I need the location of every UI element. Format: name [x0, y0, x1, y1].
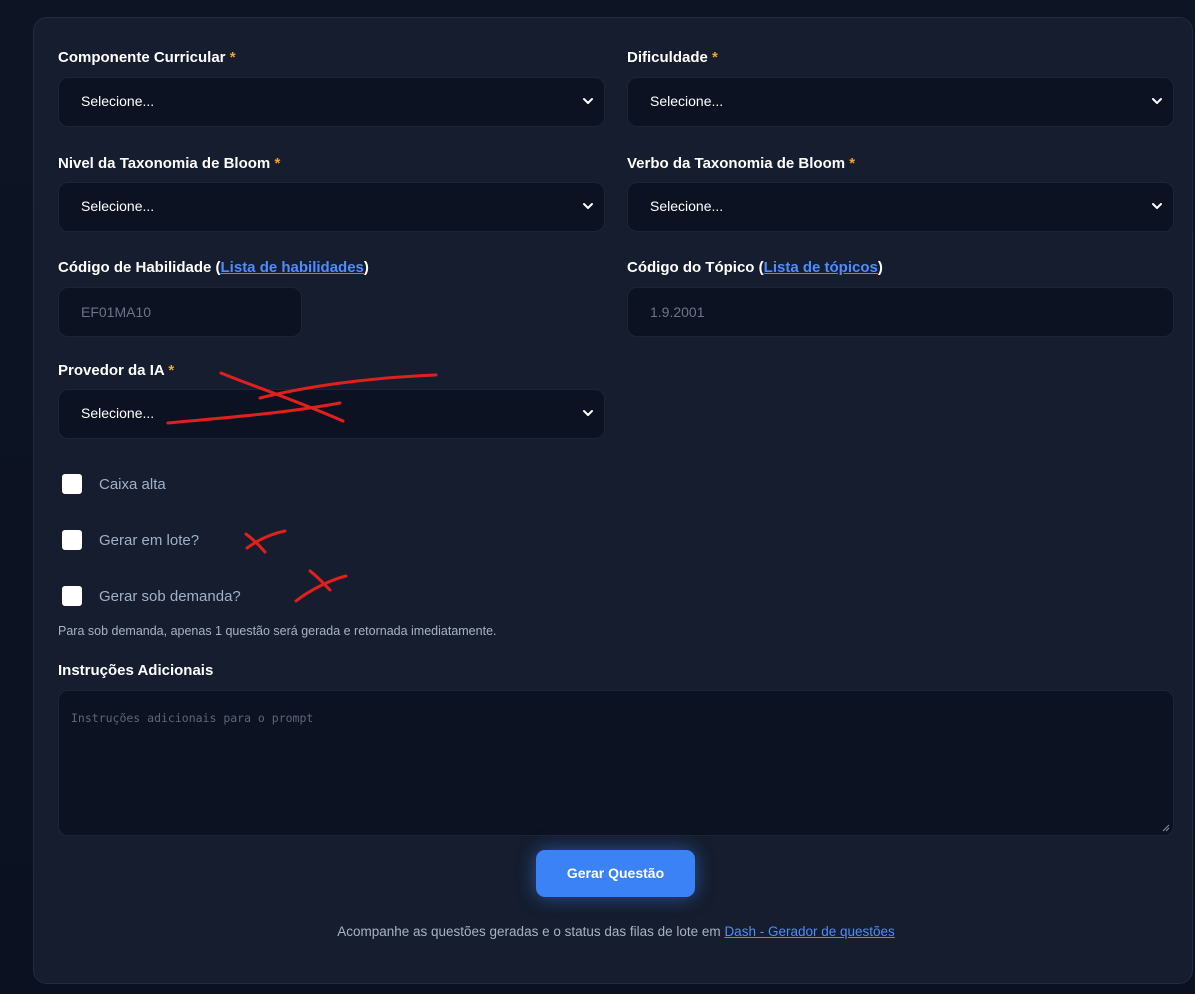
- resize-handle-icon[interactable]: [1162, 824, 1170, 832]
- lista-habilidades-link[interactable]: Lista de habilidades: [221, 259, 364, 276]
- componente-select[interactable]: Selecione...: [58, 77, 605, 127]
- dificuldade-label: Dificuldade *: [627, 49, 718, 66]
- checkbox-box[interactable]: [62, 474, 82, 494]
- codigo-topico-label: Código do Tópico (Lista de tópicos): [627, 259, 883, 276]
- verbo-bloom-label: Verbo da Taxonomia de Bloom *: [627, 155, 856, 172]
- page: Componente Curricular * Selecione... Dif…: [0, 0, 1195, 994]
- provedor-ia-select-value: Selecione...: [81, 405, 155, 421]
- verbo-bloom-select-value: Selecione...: [650, 198, 724, 214]
- componente-select-value: Selecione...: [81, 93, 155, 109]
- instrucoes-textarea[interactable]: Instruções adicionais para o prompt: [58, 690, 1174, 836]
- codigo-habilidade-value: EF01MA10: [81, 304, 152, 320]
- lista-topicos-link[interactable]: Lista de tópicos: [764, 259, 878, 276]
- componente-label: Componente Curricular *: [58, 49, 236, 66]
- required-marker: *: [712, 49, 718, 66]
- caixa-alta-label: Caixa alta: [99, 476, 166, 493]
- chevron-down-icon: [583, 203, 593, 209]
- dash-gerador-link[interactable]: Dash - Gerador de questões: [724, 924, 894, 939]
- codigo-habilidade-label: Código de Habilidade (Lista de habilidad…: [58, 259, 369, 276]
- provedor-ia-select[interactable]: Selecione...: [58, 389, 605, 439]
- chevron-down-icon: [1152, 98, 1162, 104]
- checkbox-box[interactable]: [62, 530, 82, 550]
- dificuldade-select[interactable]: Selecione...: [627, 77, 1174, 127]
- chevron-down-icon: [583, 410, 593, 416]
- gerar-questao-button[interactable]: Gerar Questão: [536, 850, 695, 897]
- instrucoes-placeholder: Instruções adicionais para o prompt: [71, 711, 314, 725]
- required-marker: *: [229, 49, 236, 66]
- checkbox-box[interactable]: [62, 586, 82, 606]
- codigo-topico-value: 1.9.2001: [650, 304, 705, 320]
- instrucoes-label: Instruções Adicionais: [58, 662, 214, 679]
- codigo-habilidade-input[interactable]: EF01MA10: [58, 287, 302, 337]
- dificuldade-select-value: Selecione...: [650, 93, 724, 109]
- nivel-bloom-label: Nivel da Taxonomia de Bloom *: [58, 155, 281, 172]
- nivel-bloom-select-value: Selecione...: [81, 198, 155, 214]
- chevron-down-icon: [1152, 203, 1162, 209]
- codigo-topico-input[interactable]: 1.9.2001: [627, 287, 1174, 337]
- required-marker: *: [168, 362, 175, 379]
- gerar-em-lote-label: Gerar em lote?: [99, 532, 200, 549]
- required-marker: *: [274, 155, 281, 172]
- nivel-bloom-select[interactable]: Selecione...: [58, 182, 605, 232]
- footer-text: Acompanhe as questões geradas e o status…: [337, 924, 895, 939]
- provedor-ia-label: Provedor da IA *: [58, 362, 175, 379]
- gerar-sob-demanda-label: Gerar sob demanda?: [99, 588, 241, 605]
- verbo-bloom-select[interactable]: Selecione...: [627, 182, 1174, 232]
- sob-demanda-help-text: Para sob demanda, apenas 1 questão será …: [58, 624, 497, 638]
- required-marker: *: [849, 155, 856, 172]
- chevron-down-icon: [583, 98, 593, 104]
